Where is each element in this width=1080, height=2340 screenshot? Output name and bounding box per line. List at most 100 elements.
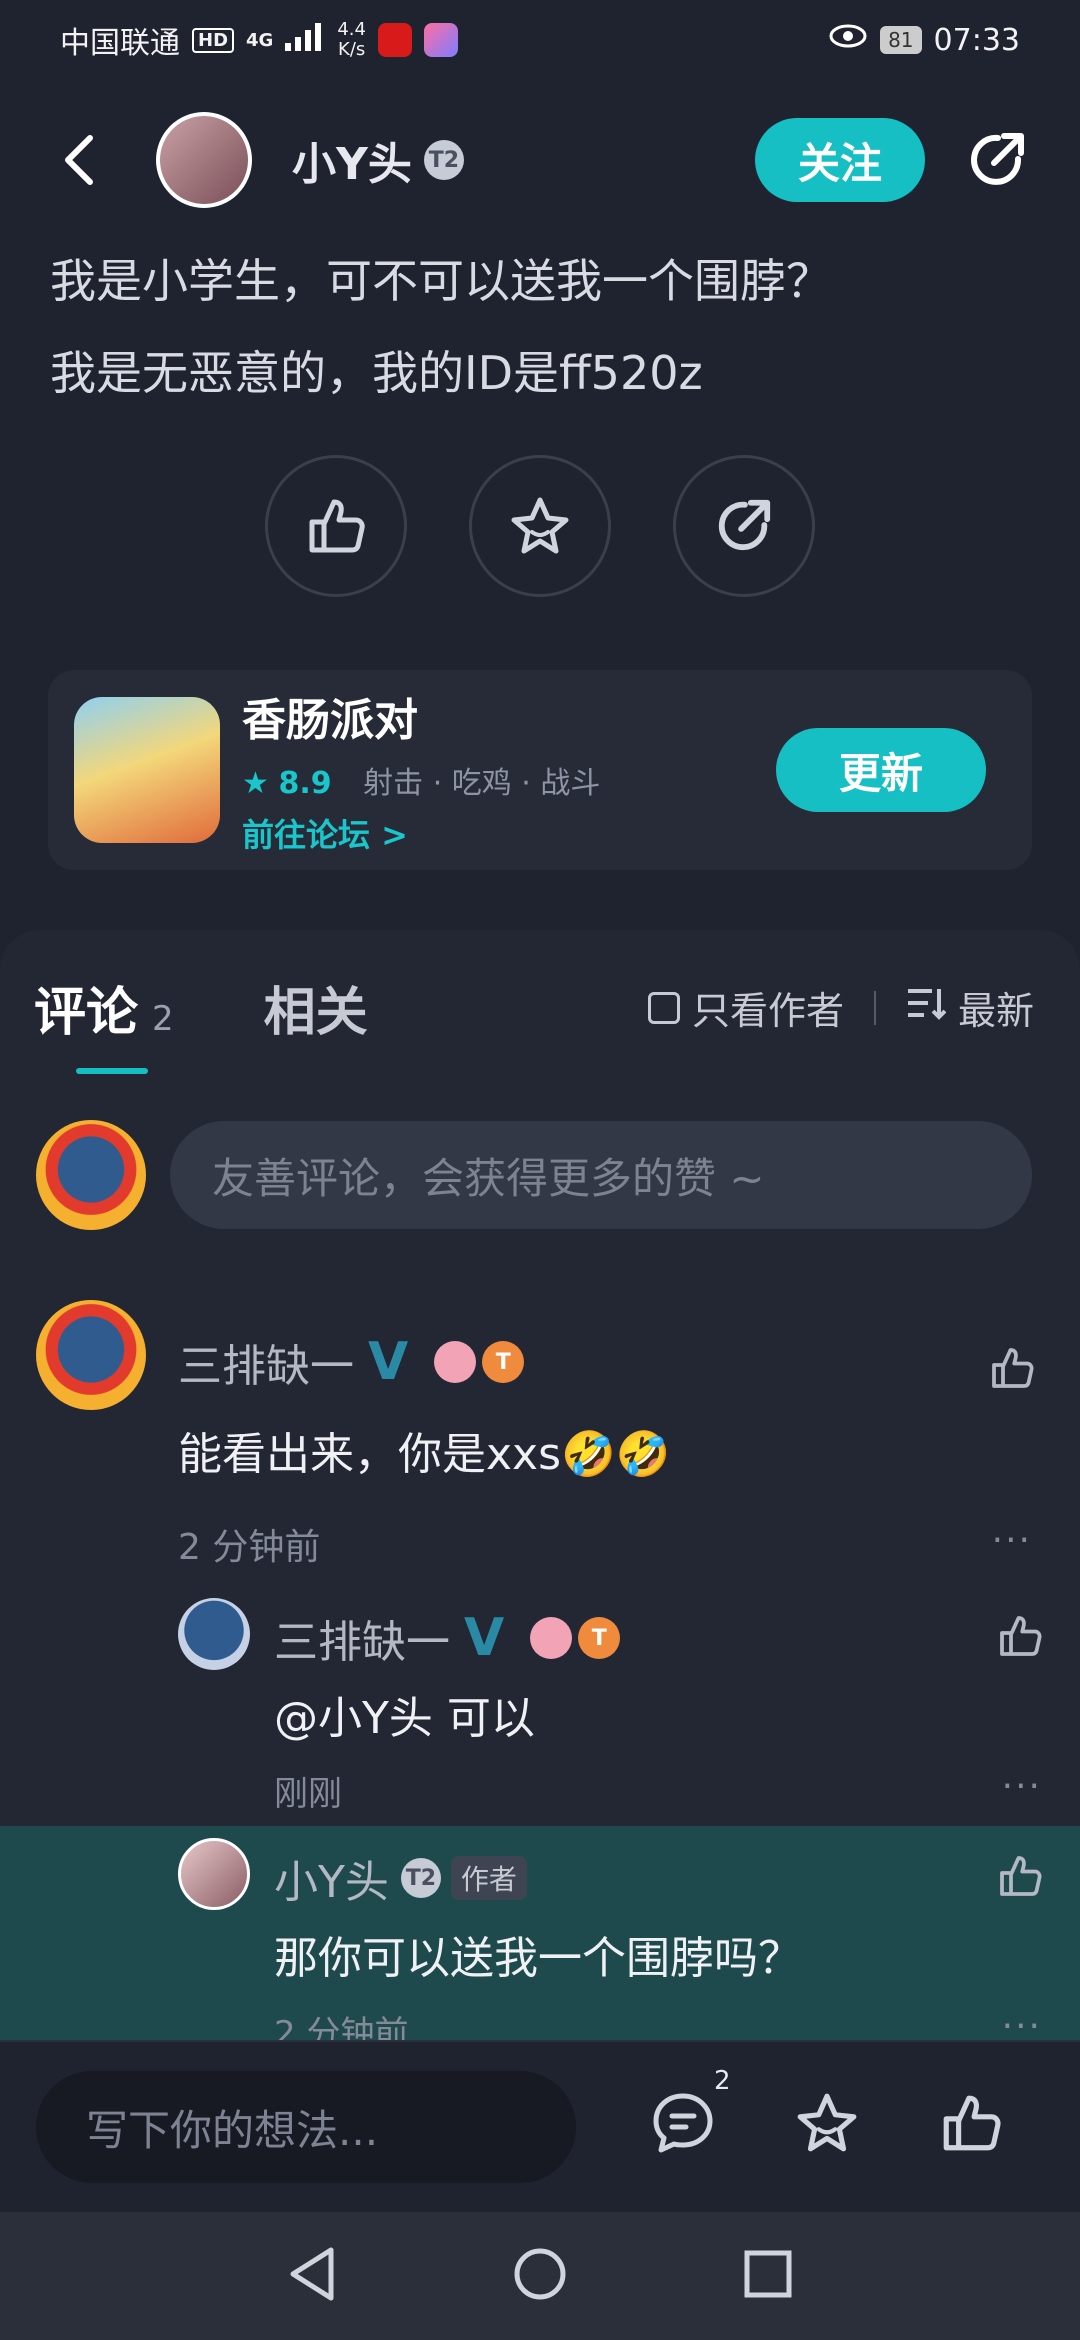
like-button[interactable] (938, 2090, 1004, 2160)
hd-badge: HD (192, 27, 235, 53)
post-line-1: 我是小学生，可不可以送我一个围脖？ (50, 254, 832, 308)
star-icon (797, 2093, 857, 2152)
circle-home-icon (514, 2248, 566, 2300)
status-right: 81 07:33 (828, 21, 1020, 59)
author-only-label[interactable]: 只看作者 (692, 980, 844, 1035)
reply-time: 刚刚 (274, 1774, 342, 1814)
reply-text: @小Y头 可以 (274, 1693, 535, 1744)
bottom-action-bar: 写下你的想法... 2 (0, 2040, 1080, 2212)
system-nav-bar (0, 2212, 1080, 2340)
signal-icon (285, 21, 325, 59)
replier-name[interactable]: 小Y头 (274, 1846, 389, 1910)
share-icon (718, 499, 771, 551)
comment-count: 2 (152, 999, 174, 1039)
eye-icon (828, 21, 868, 59)
tab-related[interactable]: 相关 (264, 970, 368, 1045)
reply-text: 那你可以送我一个围脖吗？ (274, 1933, 802, 1984)
forum-link[interactable]: 前往论坛 > (242, 810, 600, 856)
thumbs-up-icon (943, 2095, 1001, 2151)
game-info: 香肠派对 ★ 8.9 射击 · 吃鸡 · 战斗 前往论坛 > (242, 684, 600, 856)
nav-recents-button[interactable] (743, 2249, 793, 2303)
level-badge: T2 (400, 1858, 441, 1898)
commenter-name[interactable]: 三排缺一 (178, 1330, 354, 1394)
comment-tabs: 评论 2 相关 (34, 970, 368, 1045)
thumbs-up-icon (992, 1348, 1034, 1388)
level-t-badge-icon: T (482, 1341, 525, 1383)
nav-back-button[interactable] (287, 2246, 337, 2306)
clock: 07:33 (933, 22, 1020, 58)
level-t-badge-icon: T (578, 1617, 621, 1659)
comment-filters: 只看作者 最新 (647, 980, 1034, 1035)
game-tags: 射击 · 吃鸡 · 战斗 (363, 766, 601, 801)
sort-label[interactable]: 最新 (958, 980, 1034, 1035)
post-like-button[interactable] (265, 455, 407, 597)
app-notification-icon-2 (423, 23, 458, 57)
carrier-label: 中国联通 (60, 26, 180, 61)
active-tab-indicator (76, 1068, 148, 1074)
thumbs-up-icon (309, 499, 365, 553)
sort-icon[interactable] (906, 985, 947, 1030)
square-recents-icon (744, 2250, 792, 2298)
network-speed: 4.4 K/s (337, 19, 366, 60)
reply-like-button[interactable] (996, 1852, 1044, 1904)
favorite-button[interactable] (794, 2090, 860, 2160)
battery-indicator: 81 (880, 26, 922, 54)
star-icon (511, 497, 569, 554)
level-badge: T2 (423, 140, 464, 180)
replier-name[interactable]: 三排缺一 (274, 1606, 450, 1670)
post-actions (265, 455, 815, 597)
replier-name-row: 小Y头 T2 作者 (274, 1846, 527, 1910)
game-score: 8.9 (278, 766, 332, 801)
back-button[interactable] (50, 130, 110, 190)
post-favorite-button[interactable] (469, 455, 611, 597)
game-name: 香肠派对 (242, 695, 418, 746)
post-body: 我是小学生，可不可以送我一个围脖？ 我是无恶意的，我的ID是ff520z (50, 235, 1030, 419)
replier-name-row: 三排缺一 V T (274, 1606, 621, 1670)
author-reply-avatar[interactable] (178, 1838, 250, 1910)
pink-badge-icon (530, 1617, 573, 1659)
verified-v-icon: V (368, 1332, 409, 1392)
bottom-comment-count: 2 (714, 2066, 731, 2096)
comment-time: 2 分钟前 (178, 1527, 321, 1568)
my-avatar (36, 1120, 146, 1230)
author-name[interactable]: 小Y头 (292, 128, 412, 192)
comments-button[interactable] (650, 2090, 716, 2160)
update-button[interactable]: 更新 (776, 728, 986, 812)
pink-badge-icon (434, 1341, 477, 1383)
commenter-name-row: 三排缺一 V T (178, 1330, 525, 1394)
author-tag: 作者 (450, 1856, 527, 1900)
author-only-checkbox[interactable] (647, 991, 680, 1024)
comment-input-row: 友善评论，会获得更多的赞 ~ (36, 1120, 1032, 1230)
comment-bubble-icon (653, 2093, 713, 2153)
game-card[interactable]: 香肠派对 ★ 8.9 射击 · 吃鸡 · 战斗 前往论坛 > 更新 (48, 670, 1032, 870)
replier-avatar[interactable] (178, 1598, 250, 1670)
comment-input[interactable]: 友善评论，会获得更多的赞 ~ (170, 1121, 1032, 1229)
follow-button[interactable]: 关注 (755, 118, 925, 202)
share-icon (971, 133, 1024, 185)
comment-text: 能看出来，你是xxs🤣🤣 (178, 1429, 671, 1480)
reply-more-button[interactable]: ··· (1002, 1766, 1042, 1807)
thought-input[interactable]: 写下你的想法... (36, 2071, 576, 2183)
post-line-2: 我是无恶意的，我的ID是ff520z (50, 346, 703, 400)
comment-like-button[interactable] (988, 1344, 1036, 1396)
reply-like-button[interactable] (996, 1612, 1044, 1664)
status-left: 中国联通 HD 4G 4.4 K/s (60, 18, 458, 62)
thumbs-up-icon (1000, 1616, 1042, 1656)
nav-home-button[interactable] (512, 2246, 568, 2306)
back-arrow-icon (65, 135, 93, 185)
status-bar: 中国联通 HD 4G 4.4 K/s 81 07:33 (0, 0, 1080, 80)
filter-divider (873, 990, 876, 1025)
author-avatar[interactable] (156, 112, 252, 208)
verified-v-icon: V (464, 1608, 505, 1668)
triangle-back-icon (290, 2247, 334, 2301)
thumbs-up-icon (1000, 1856, 1042, 1896)
post-share-button[interactable] (673, 455, 815, 597)
game-icon[interactable] (74, 697, 220, 843)
network-label: 4G (246, 29, 274, 51)
commenter-avatar[interactable] (36, 1300, 146, 1410)
comment-more-button[interactable]: ··· (992, 1520, 1032, 1561)
tab-comments[interactable]: 评论 (34, 970, 138, 1045)
share-button[interactable] (966, 129, 1028, 191)
rating-star-icon: ★ (242, 766, 269, 801)
post-header: 小Y头 T2 关注 (0, 100, 1080, 220)
